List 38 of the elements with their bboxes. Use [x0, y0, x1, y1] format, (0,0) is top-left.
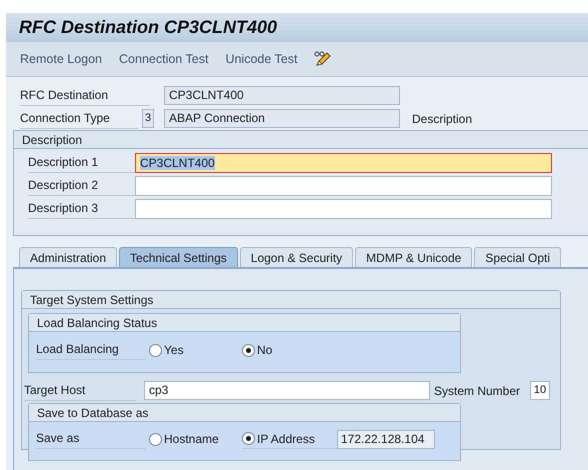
radio-button[interactable] — [242, 344, 255, 356]
field-label: Target Host — [24, 380, 136, 400]
input-field[interactable]: 3 — [142, 109, 154, 128]
field-label: Save as — [36, 429, 146, 449]
tab[interactable]: Special Opti — [474, 247, 562, 267]
tab[interactable]: Administration — [19, 247, 118, 267]
field-label: Load Balancing — [36, 340, 146, 360]
input-field[interactable] — [135, 176, 552, 196]
pencil-icon[interactable] — [314, 51, 332, 67]
input-field[interactable] — [135, 199, 552, 219]
radio-button[interactable] — [242, 432, 255, 445]
input-field[interactable]: CP3CLNT400 — [135, 153, 552, 173]
input-field[interactable]: 10 — [530, 381, 550, 400]
tab[interactable]: MDMP & Unicode — [355, 247, 472, 267]
field-label: System Number — [434, 382, 520, 400]
group-header: Description — [14, 131, 588, 149]
group-header: Target System Settings — [22, 291, 560, 309]
description-text: Description — [412, 110, 472, 128]
group-header: Load Balancing Status — [29, 314, 460, 332]
window-title: RFC Destination CP3CLNT400 — [19, 16, 278, 39]
field-label: RFC Destination — [20, 86, 150, 106]
radio-label: Yes — [164, 342, 184, 359]
radio-label: Hostname — [164, 431, 219, 448]
group-header: Save to Database as — [29, 404, 460, 422]
input-field[interactable]: 172.22.128.104 — [337, 430, 435, 448]
radio-button[interactable] — [149, 344, 162, 356]
toolbar-button[interactable]: Remote Logon — [20, 50, 102, 68]
radio-button[interactable] — [149, 432, 162, 446]
radio-label: IP Address — [257, 430, 315, 448]
tab[interactable]: Technical Settings — [119, 247, 238, 267]
field-label: Connection Type — [20, 108, 138, 128]
tab[interactable]: Logon & Security — [240, 247, 354, 267]
radio-label: No — [257, 342, 272, 359]
toolbar-button[interactable]: Connection Test — [119, 50, 208, 68]
input-field[interactable]: cp3 — [144, 381, 430, 400]
toolbar-button[interactable]: Unicode Test — [225, 50, 298, 68]
input-field[interactable]: CP3CLNT400 — [164, 86, 400, 105]
input-field[interactable]: ABAP Connection — [164, 109, 400, 128]
